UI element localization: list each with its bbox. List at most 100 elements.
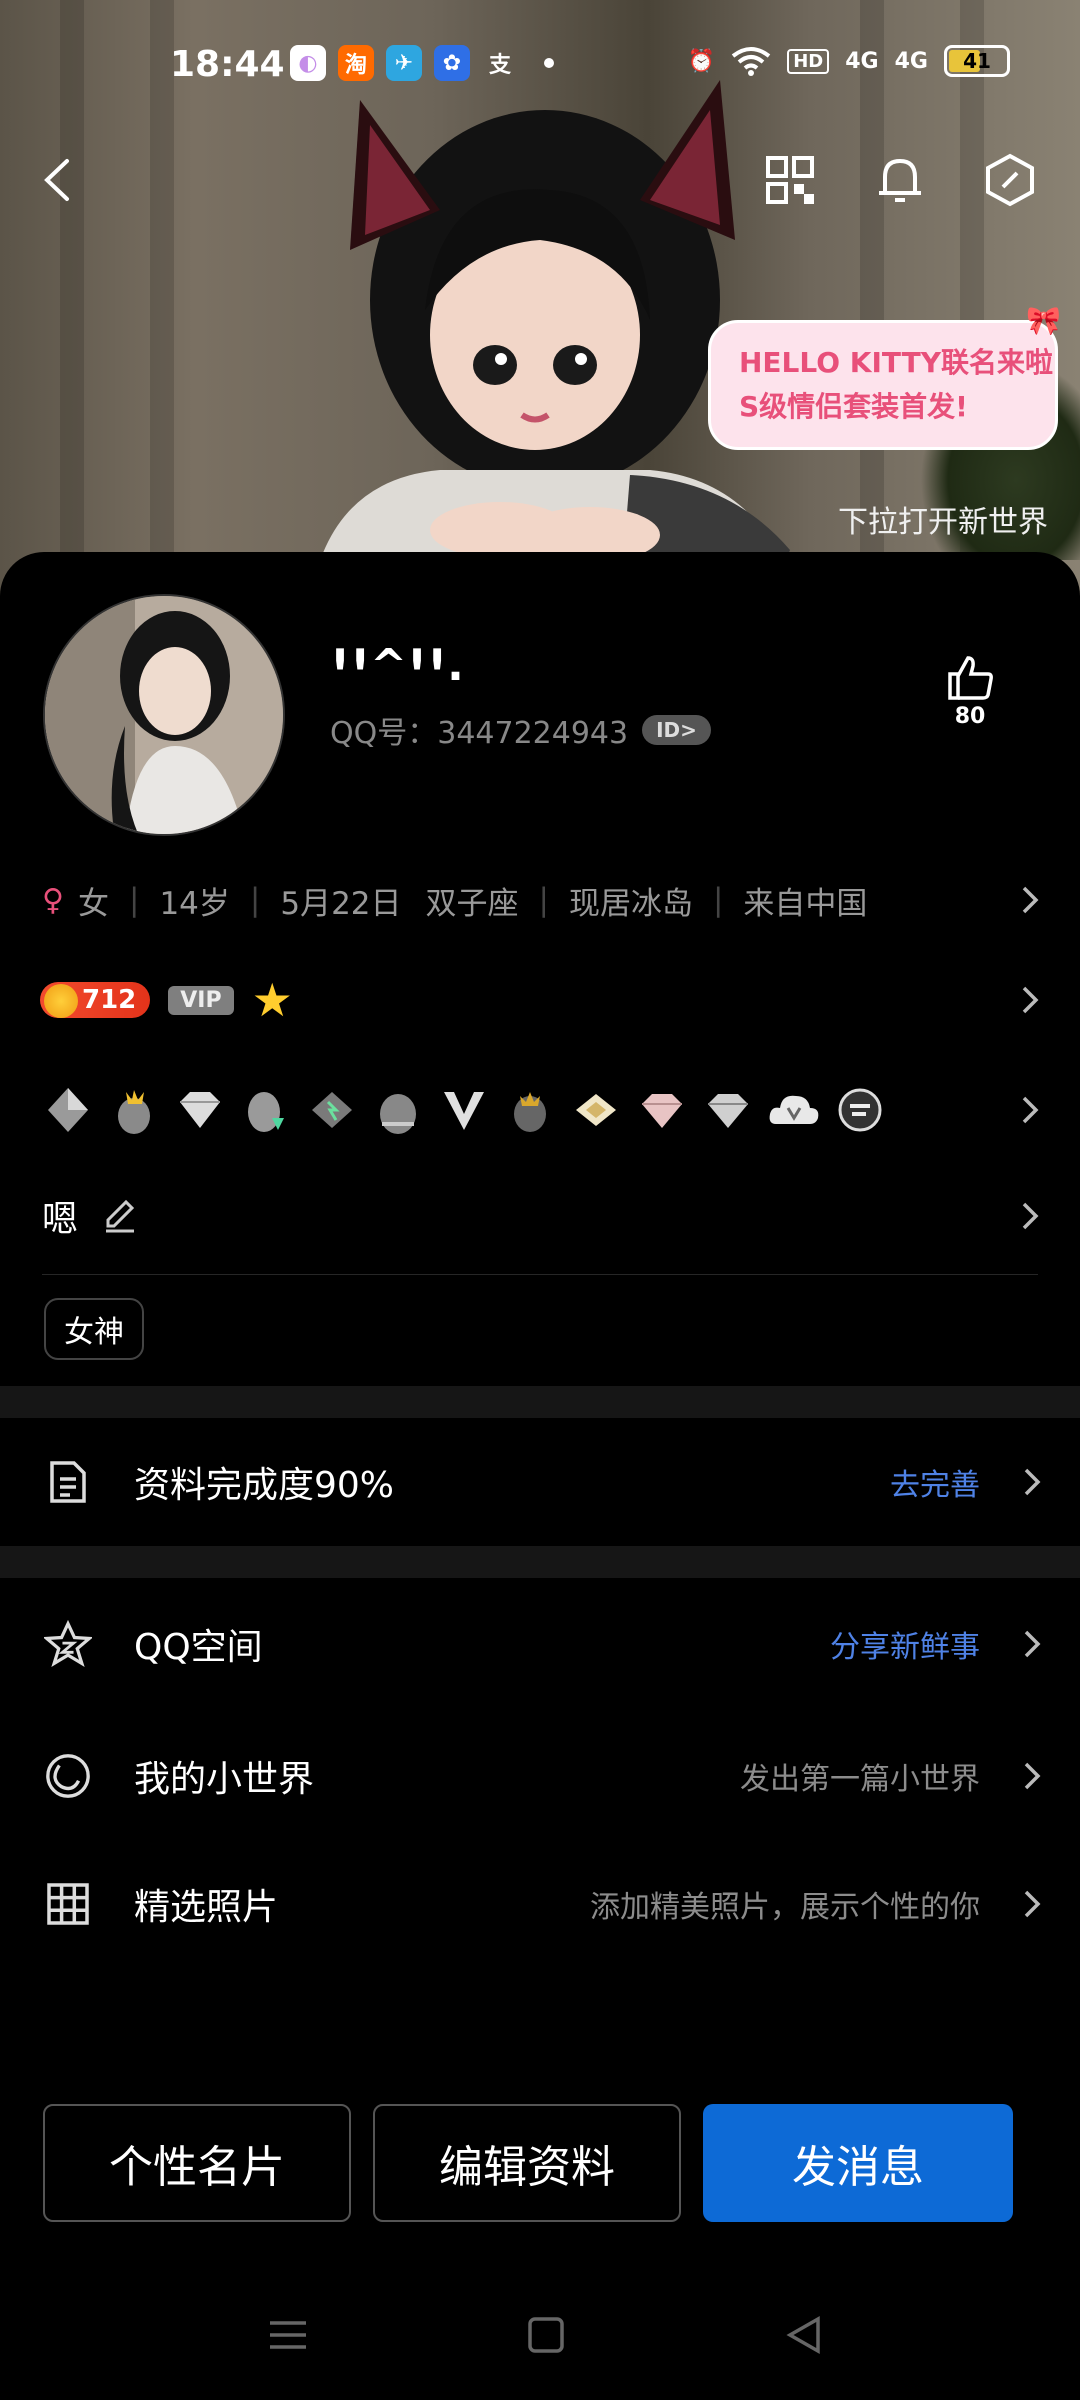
hd-icon: HD (787, 48, 830, 74)
cloud-v-icon (766, 1082, 822, 1138)
chevron-right-icon (1022, 886, 1039, 914)
penguin-gold-icon (502, 1082, 558, 1138)
more-notifications-dot (544, 58, 554, 68)
telegram-icon: ✈ (386, 45, 422, 81)
cf-game-icon (832, 1082, 888, 1138)
list-item-photos[interactable]: 精选照片 添加精美照片，展示个性的你 (0, 1858, 1080, 1950)
qzone-star-icon (44, 1619, 92, 1668)
status-bar: 18:44 ◐ 淘 ✈ ✿ 支 ⏰ HD 4G 4G 41 (0, 0, 1080, 130)
basic-info-row[interactable]: ♀ 女 | 14岁 | 5月22日 双子座 | 现居冰岛 | 来自中国 (42, 872, 1042, 928)
list-item-small-world[interactable]: 我的小世界 发出第一篇小世界 (0, 1730, 1080, 1822)
info-gender: 女 (77, 885, 109, 922)
sun-level-icon (44, 984, 78, 1018)
diamond-icon (172, 1082, 228, 1138)
pink-diamond-icon (634, 1082, 690, 1138)
info-origin: 来自中国 (743, 885, 868, 922)
signature-row[interactable]: 嗯 (42, 1184, 1042, 1248)
qq-number: QQ号：3447224943 (330, 716, 629, 751)
section-gap (0, 1546, 1080, 1578)
send-message-button[interactable]: 发消息 (703, 2104, 1013, 2222)
qq-level-badge: 712 (40, 982, 151, 1018)
penguin-silver-icon (370, 1082, 426, 1138)
chevron-right-icon (1024, 1630, 1041, 1658)
chevron-right-icon (1024, 1762, 1041, 1790)
divider (42, 1274, 1038, 1275)
system-status-icons: ⏰ HD 4G 4G 41 (688, 45, 1010, 77)
app-icon-1: ◐ (290, 45, 326, 81)
info-zodiac: 双子座 (425, 885, 519, 922)
chevron-right-icon (1022, 1096, 1039, 1124)
top-nav (0, 145, 1080, 225)
penguin-crown-icon (106, 1082, 162, 1138)
profile-card-button[interactable]: 个性名片 (43, 2104, 351, 2222)
star-icon: ★ (251, 973, 293, 1027)
menu-icon[interactable] (258, 2310, 318, 2360)
list-item-title: 精选照片 (134, 1887, 279, 1928)
signature-text: 嗯 (42, 1199, 79, 1240)
system-nav-bar (0, 2300, 1080, 2370)
diamond-crown-icon (40, 1082, 96, 1138)
home-icon[interactable] (516, 2310, 576, 2360)
edit-pencil-icon[interactable] (102, 1198, 138, 1234)
back-nav-icon[interactable] (774, 2310, 834, 2360)
like-button[interactable]: 80 (930, 652, 1010, 729)
profile-avatar[interactable] (43, 594, 285, 836)
document-icon (44, 1458, 92, 1506)
gold-diamond-icon (568, 1082, 624, 1138)
qq-number-row[interactable]: QQ号：3447224943 ID> (330, 708, 711, 752)
like-count: 80 (954, 704, 986, 729)
qr-code-icon[interactable] (755, 145, 825, 215)
v-badge-icon (436, 1082, 492, 1138)
back-icon[interactable] (22, 145, 92, 215)
list-item-action[interactable]: 发出第一篇小世界 (740, 1754, 980, 1798)
chevron-right-icon (1022, 986, 1039, 1014)
info-birthday: 5月22日 (280, 885, 402, 922)
list-item-action[interactable]: 添加精美照片，展示个性的你 (590, 1882, 980, 1926)
settings-hexagon-icon[interactable] (975, 145, 1045, 215)
status-time: 18:44 (170, 44, 285, 85)
signal-1-label: 4G (845, 48, 879, 74)
thumbs-up-icon (948, 656, 993, 700)
notification-icons: ◐ 淘 ✈ ✿ 支 (290, 45, 554, 81)
bell-icon[interactable] (865, 145, 935, 215)
promo-bubble[interactable]: 🎀 HELLO KITTY联名来啦 S级情侣套装首发! (708, 304, 1061, 450)
female-icon: ♀ (42, 882, 64, 918)
taobao-icon: 淘 (338, 45, 374, 81)
alipay-icon: 支 (488, 53, 511, 78)
bow-icon: 🎀 (1026, 304, 1061, 337)
alarm-icon: ⏰ (687, 48, 716, 74)
penguin-diamond-icon (238, 1082, 294, 1138)
list-item-title: QQ空间 (134, 1627, 263, 1668)
baidu-icon: ✿ (434, 45, 470, 81)
completion-title: 资料完成度90% (134, 1465, 395, 1506)
id-badge[interactable]: ID> (642, 715, 711, 745)
profile-completion-row[interactable]: 资料完成度90% 去完善 (0, 1436, 1080, 1528)
info-location: 现居冰岛 (568, 885, 693, 922)
profile-tag[interactable]: 女神 (44, 1298, 144, 1360)
promo-line-1: HELLO KITTY联名来啦 (739, 346, 1054, 379)
section-gap (0, 1386, 1080, 1418)
game-icons-row[interactable] (40, 1072, 1042, 1148)
vip-badge: VIP (168, 985, 234, 1015)
promo-line-2: S级情侣套装首发! (739, 390, 968, 423)
list-item-title: 我的小世界 (134, 1759, 315, 1800)
green-diamond-icon (304, 1082, 360, 1138)
list-item-action[interactable]: 分享新鲜事 (830, 1622, 980, 1666)
chevron-right-icon (1024, 1468, 1041, 1496)
complete-profile-link[interactable]: 去完善 (890, 1460, 980, 1504)
signal-2-label: 4G (894, 48, 928, 74)
wifi-icon (732, 47, 771, 76)
list-item-qzone[interactable]: QQ空间 分享新鲜事 (0, 1598, 1080, 1690)
nickname: ꞋꞋ^ꞋꞋ. (330, 640, 464, 691)
battery-icon: 41 (944, 45, 1010, 77)
chevron-right-icon (1024, 1890, 1041, 1918)
silver-diamond-icon (700, 1082, 756, 1138)
chevron-right-icon (1022, 1202, 1039, 1230)
qq-level-value: 712 (82, 985, 137, 1015)
level-row[interactable]: 712 VIP ★ (40, 968, 1042, 1032)
small-world-icon (44, 1752, 92, 1800)
pull-hint[interactable]: 下拉打开新世界 (838, 497, 1048, 541)
battery-level: 41 (963, 49, 991, 73)
photo-grid-icon (44, 1880, 92, 1928)
edit-profile-button[interactable]: 编辑资料 (373, 2104, 681, 2222)
